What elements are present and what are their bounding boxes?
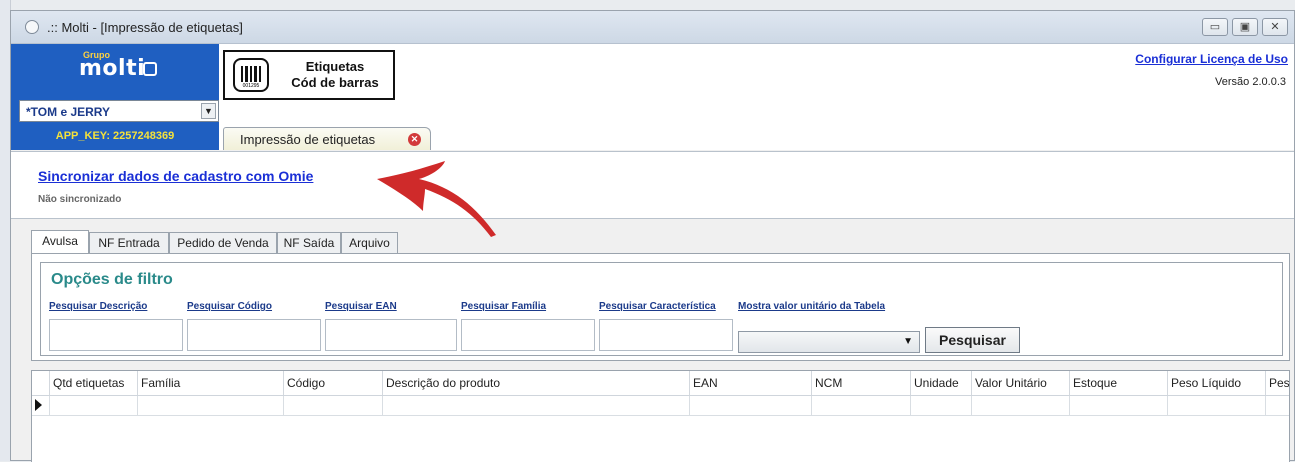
chevron-down-icon: ▼: [903, 336, 913, 347]
table-cell[interactable]: [690, 396, 812, 415]
label-pesquisar-ean: Pesquisar EAN: [325, 301, 397, 312]
configure-license-link[interactable]: Configurar Licença de Uso: [1135, 52, 1288, 66]
version-label: Versão 2.0.0.3: [1215, 76, 1286, 88]
label-pesquisar-codigo: Pesquisar Código: [187, 301, 273, 312]
column-codigo[interactable]: Código: [284, 371, 383, 395]
row-header-cell: [32, 371, 50, 395]
label-valor-tabela: Mostra valor unitário da Tabela: [738, 301, 886, 312]
tab-arquivo[interactable]: Arquivo: [341, 232, 398, 253]
company-select-value: *TOM e JERRY: [26, 105, 111, 119]
sync-omie-link[interactable]: Sincronizar dados de cadastro com Omie: [38, 168, 313, 184]
row-selector[interactable]: [32, 396, 50, 415]
column-familia[interactable]: Família: [138, 371, 284, 395]
row-pointer-icon: [35, 399, 42, 411]
tab-pedido-venda[interactable]: Pedido de Venda: [169, 232, 277, 253]
column-peso-liquido[interactable]: Peso Líquido: [1168, 371, 1266, 395]
app-header: Grupo molti *TOM e JERRY ▼ APP_KEY: 2257…: [11, 44, 1294, 150]
column-unidade[interactable]: Unidade: [911, 371, 972, 395]
label-pesquisar-familia: Pesquisar Família: [461, 301, 547, 312]
filter-group: Opções de filtro Pesquisar Descrição Pes…: [40, 262, 1283, 356]
filter-title: Opções de filtro: [51, 271, 173, 288]
table-cell[interactable]: [1266, 396, 1289, 415]
module-title: Etiquetas Cód de barras: [279, 59, 391, 91]
table-cell[interactable]: [50, 396, 138, 415]
table-cell[interactable]: [972, 396, 1070, 415]
minimize-button[interactable]: ▭: [1202, 18, 1228, 36]
app-window: .:: Molti - [Impressão de etiquetas] ▭ ▣…: [10, 10, 1295, 462]
tab-nf-entrada[interactable]: NF Entrada: [89, 232, 169, 253]
search-ean-input[interactable]: [325, 319, 457, 351]
sync-status: Não sincronizado: [38, 194, 122, 205]
tab-panel-avulsa: Opções de filtro Pesquisar Descrição Pes…: [31, 253, 1290, 361]
barcode-icon: 001295: [233, 58, 269, 92]
barcode-number: 001295: [242, 83, 260, 89]
search-button[interactable]: Pesquisar: [925, 327, 1020, 353]
label-pesquisar-descricao: Pesquisar Descrição: [49, 301, 148, 312]
column-valor-unitario[interactable]: Valor Unitário: [972, 371, 1070, 395]
maximize-button[interactable]: ▣: [1232, 18, 1258, 36]
molti-logo: Grupo molti: [77, 50, 163, 82]
table-cell[interactable]: [911, 396, 972, 415]
search-familia-input[interactable]: [461, 319, 595, 351]
table-cell[interactable]: [1070, 396, 1168, 415]
table-cell[interactable]: [284, 396, 383, 415]
valor-tabela-select[interactable]: ▼: [738, 331, 920, 353]
table-cell[interactable]: [138, 396, 284, 415]
close-window-button[interactable]: ✕: [1262, 18, 1288, 36]
company-select[interactable]: *TOM e JERRY ▼: [19, 100, 219, 122]
module-card: 001295 Etiquetas Cód de barras: [223, 50, 395, 100]
tab-impressao-etiquetas[interactable]: Impressão de etiquetas ✕: [223, 127, 431, 150]
grid-header: Qtd etiquetas Família Código Descrição d…: [32, 371, 1289, 396]
window-title: .:: Molti - [Impressão de etiquetas]: [47, 20, 243, 35]
column-estoque[interactable]: Estoque: [1070, 371, 1168, 395]
sync-panel: Sincronizar dados de cadastro com Omie N…: [11, 151, 1294, 219]
column-qtd-etiquetas[interactable]: Qtd etiquetas: [50, 371, 138, 395]
chevron-down-icon[interactable]: ▼: [201, 103, 216, 119]
column-ean[interactable]: EAN: [690, 371, 812, 395]
search-codigo-input[interactable]: [187, 319, 321, 351]
search-descricao-input[interactable]: [49, 319, 183, 351]
label-pesquisar-caracteristica: Pesquisar Característica: [599, 301, 716, 312]
logo-name-text: molti: [79, 56, 146, 81]
table-cell[interactable]: [812, 396, 911, 415]
close-tab-icon[interactable]: ✕: [408, 133, 421, 146]
tab-impressao-label: Impressão de etiquetas: [240, 132, 376, 147]
app-icon: [25, 20, 39, 34]
module-title-line1: Etiquetas: [305, 59, 365, 74]
module-title-line2: Cód de barras: [291, 75, 379, 90]
tab-avulsa[interactable]: Avulsa: [31, 230, 89, 253]
brand-panel: Grupo molti *TOM e JERRY ▼ APP_KEY: 2257…: [11, 44, 219, 150]
annotation-arrow-icon: [377, 161, 496, 237]
table-row[interactable]: [32, 396, 1289, 416]
table-cell[interactable]: [1168, 396, 1266, 415]
tab-nf-saida[interactable]: NF Saída: [277, 232, 341, 253]
title-bar: .:: Molti - [Impressão de etiquetas] ▭ ▣…: [11, 11, 1294, 44]
logo-mark-icon: [143, 62, 157, 76]
column-ncm[interactable]: NCM: [812, 371, 911, 395]
search-caracteristica-input[interactable]: [599, 319, 733, 351]
products-grid: Qtd etiquetas Família Código Descrição d…: [31, 370, 1290, 462]
column-peso-bruto[interactable]: Pes: [1266, 371, 1289, 395]
column-descricao[interactable]: Descrição do produto: [383, 371, 690, 395]
app-key-label: APP_KEY: 2257248369: [55, 130, 175, 142]
table-cell[interactable]: [383, 396, 690, 415]
